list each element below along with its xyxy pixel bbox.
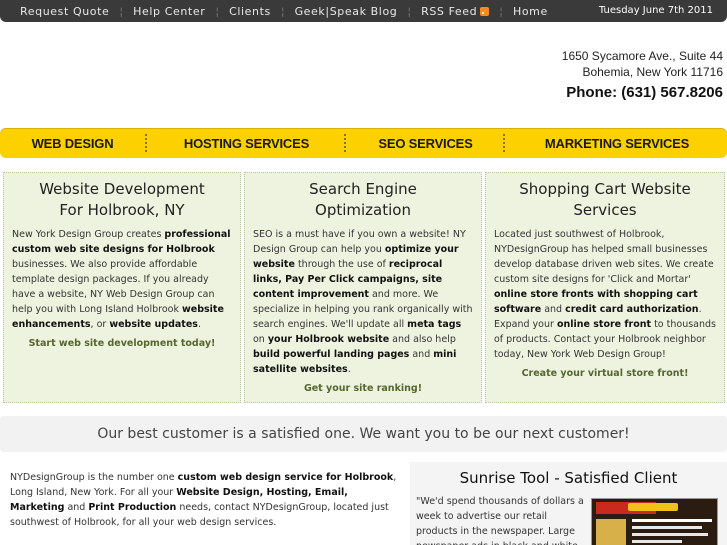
text-run: .: [197, 319, 201, 330]
text-run: through the use of: [294, 259, 389, 270]
nav-rss-label: RSS Feed: [421, 4, 478, 18]
address-block: 1650 Sycamore Ave., Suite 44 Bohemia, Ne…: [548, 48, 723, 102]
address-line-1: 1650 Sycamore Ave., Suite 44: [561, 49, 723, 63]
column-title-line-2: Services: [573, 201, 637, 219]
column-title-line-1: Website Development: [39, 180, 205, 198]
text-run: .: [347, 364, 351, 375]
text-run: Located just southwest of Holbrook, NYDe…: [494, 229, 714, 285]
thumb-block: [632, 526, 702, 529]
column-text: SEO is a must have if you own a website!…: [253, 227, 473, 377]
nav-request-quote[interactable]: Request Quote: [10, 5, 119, 18]
bold-text: build powerful landing pages: [253, 349, 410, 360]
bold-text: Print Production: [88, 502, 177, 513]
text-run: and also help: [389, 334, 456, 345]
bold-text: website updates: [109, 319, 198, 330]
text-run: and: [64, 502, 89, 513]
nav-blog[interactable]: Geek|Speak Blog: [285, 5, 408, 18]
top-bar: Request Quote ¦ Help Center ¦ Clients ¦ …: [0, 0, 727, 22]
cta-link-seo[interactable]: Get your site ranking!: [253, 383, 473, 394]
client-screenshot-image[interactable]: [591, 498, 718, 545]
column-title: Search Engine Optimization: [253, 179, 473, 221]
customer-banner: Our best customer is a satisfied one. We…: [0, 416, 727, 452]
bold-text: online store front: [556, 319, 652, 330]
top-nav: Request Quote ¦ Help Center ¦ Clients ¦ …: [10, 0, 558, 22]
text-run: New York Design Group creates: [12, 229, 165, 240]
bold-text: meta tags: [407, 319, 462, 330]
intro-paragraph: NYDesignGroup is the number one custom w…: [10, 470, 400, 530]
thumb-block: [596, 519, 626, 545]
nav-rss-feed[interactable]: RSS Feed: [411, 5, 499, 18]
column-title: Website Development For Holbrook, NY: [12, 179, 232, 221]
column-text: Located just southwest of Holbrook, NYDe…: [494, 227, 716, 362]
column-title-line-2: Optimization: [315, 201, 411, 219]
nav-seo-services[interactable]: SEO SERVICES: [348, 136, 503, 151]
column-title-line-1: Shopping Cart Website: [519, 180, 691, 198]
text-run: , or: [90, 319, 110, 330]
text-run: NYDesignGroup is the number one: [10, 472, 178, 483]
service-column-web-development: Website Development For Holbrook, NY New…: [3, 172, 241, 403]
nav-web-design[interactable]: WEB DESIGN: [0, 136, 145, 151]
current-date: Tuesday June 7th 2011: [598, 5, 713, 16]
testimonial-title: Sunrise Tool - Satisfied Client: [459, 469, 678, 487]
address-line-2: Bohemia, New York 11716: [582, 65, 723, 79]
text-run: on: [253, 334, 268, 345]
service-column-seo: Search Engine Optimization SEO is a must…: [244, 172, 482, 403]
text-run: and: [541, 304, 566, 315]
nav-clients[interactable]: Clients: [219, 5, 281, 18]
rss-icon: [480, 6, 490, 16]
main-nav: WEB DESIGN HOSTING SERVICES SEO SERVICES…: [0, 128, 727, 158]
nav-home[interactable]: Home: [503, 5, 558, 18]
service-column-shopping-cart: Shopping Cart Website Services Located j…: [485, 172, 725, 403]
thumb-block: [628, 503, 678, 511]
nav-marketing-services[interactable]: MARKETING SERVICES: [507, 136, 727, 151]
column-title-line-2: For Holbrook, NY: [59, 201, 185, 219]
thumb-block: [632, 533, 708, 536]
text-run: and: [409, 349, 434, 360]
column-title-line-1: Search Engine: [309, 180, 417, 198]
column-title: Shopping Cart Website Services: [494, 179, 716, 221]
bold-text: custom web design service for Holbrook: [177, 472, 394, 483]
column-text: New York Design Group creates profession…: [12, 227, 232, 332]
thumb-block: [632, 519, 712, 522]
bold-text: your Holbrook website: [267, 334, 390, 345]
nav-hosting-services[interactable]: HOSTING SERVICES: [149, 136, 344, 151]
nav-help-center[interactable]: Help Center: [123, 5, 215, 18]
cta-link-shopping-cart[interactable]: Create your virtual store front!: [494, 368, 716, 379]
testimonial-quote: "We'd spend thousands of dollars a week …: [416, 496, 584, 545]
thumb-block: [632, 540, 682, 543]
phone-number: Phone: (631) 567.8206: [566, 84, 723, 101]
bold-text: credit card authorization: [565, 304, 699, 315]
cta-link-web-development[interactable]: Start web site development today!: [12, 338, 232, 349]
client-testimonial: Sunrise Tool - Satisfied Client "We'd sp…: [410, 462, 727, 545]
